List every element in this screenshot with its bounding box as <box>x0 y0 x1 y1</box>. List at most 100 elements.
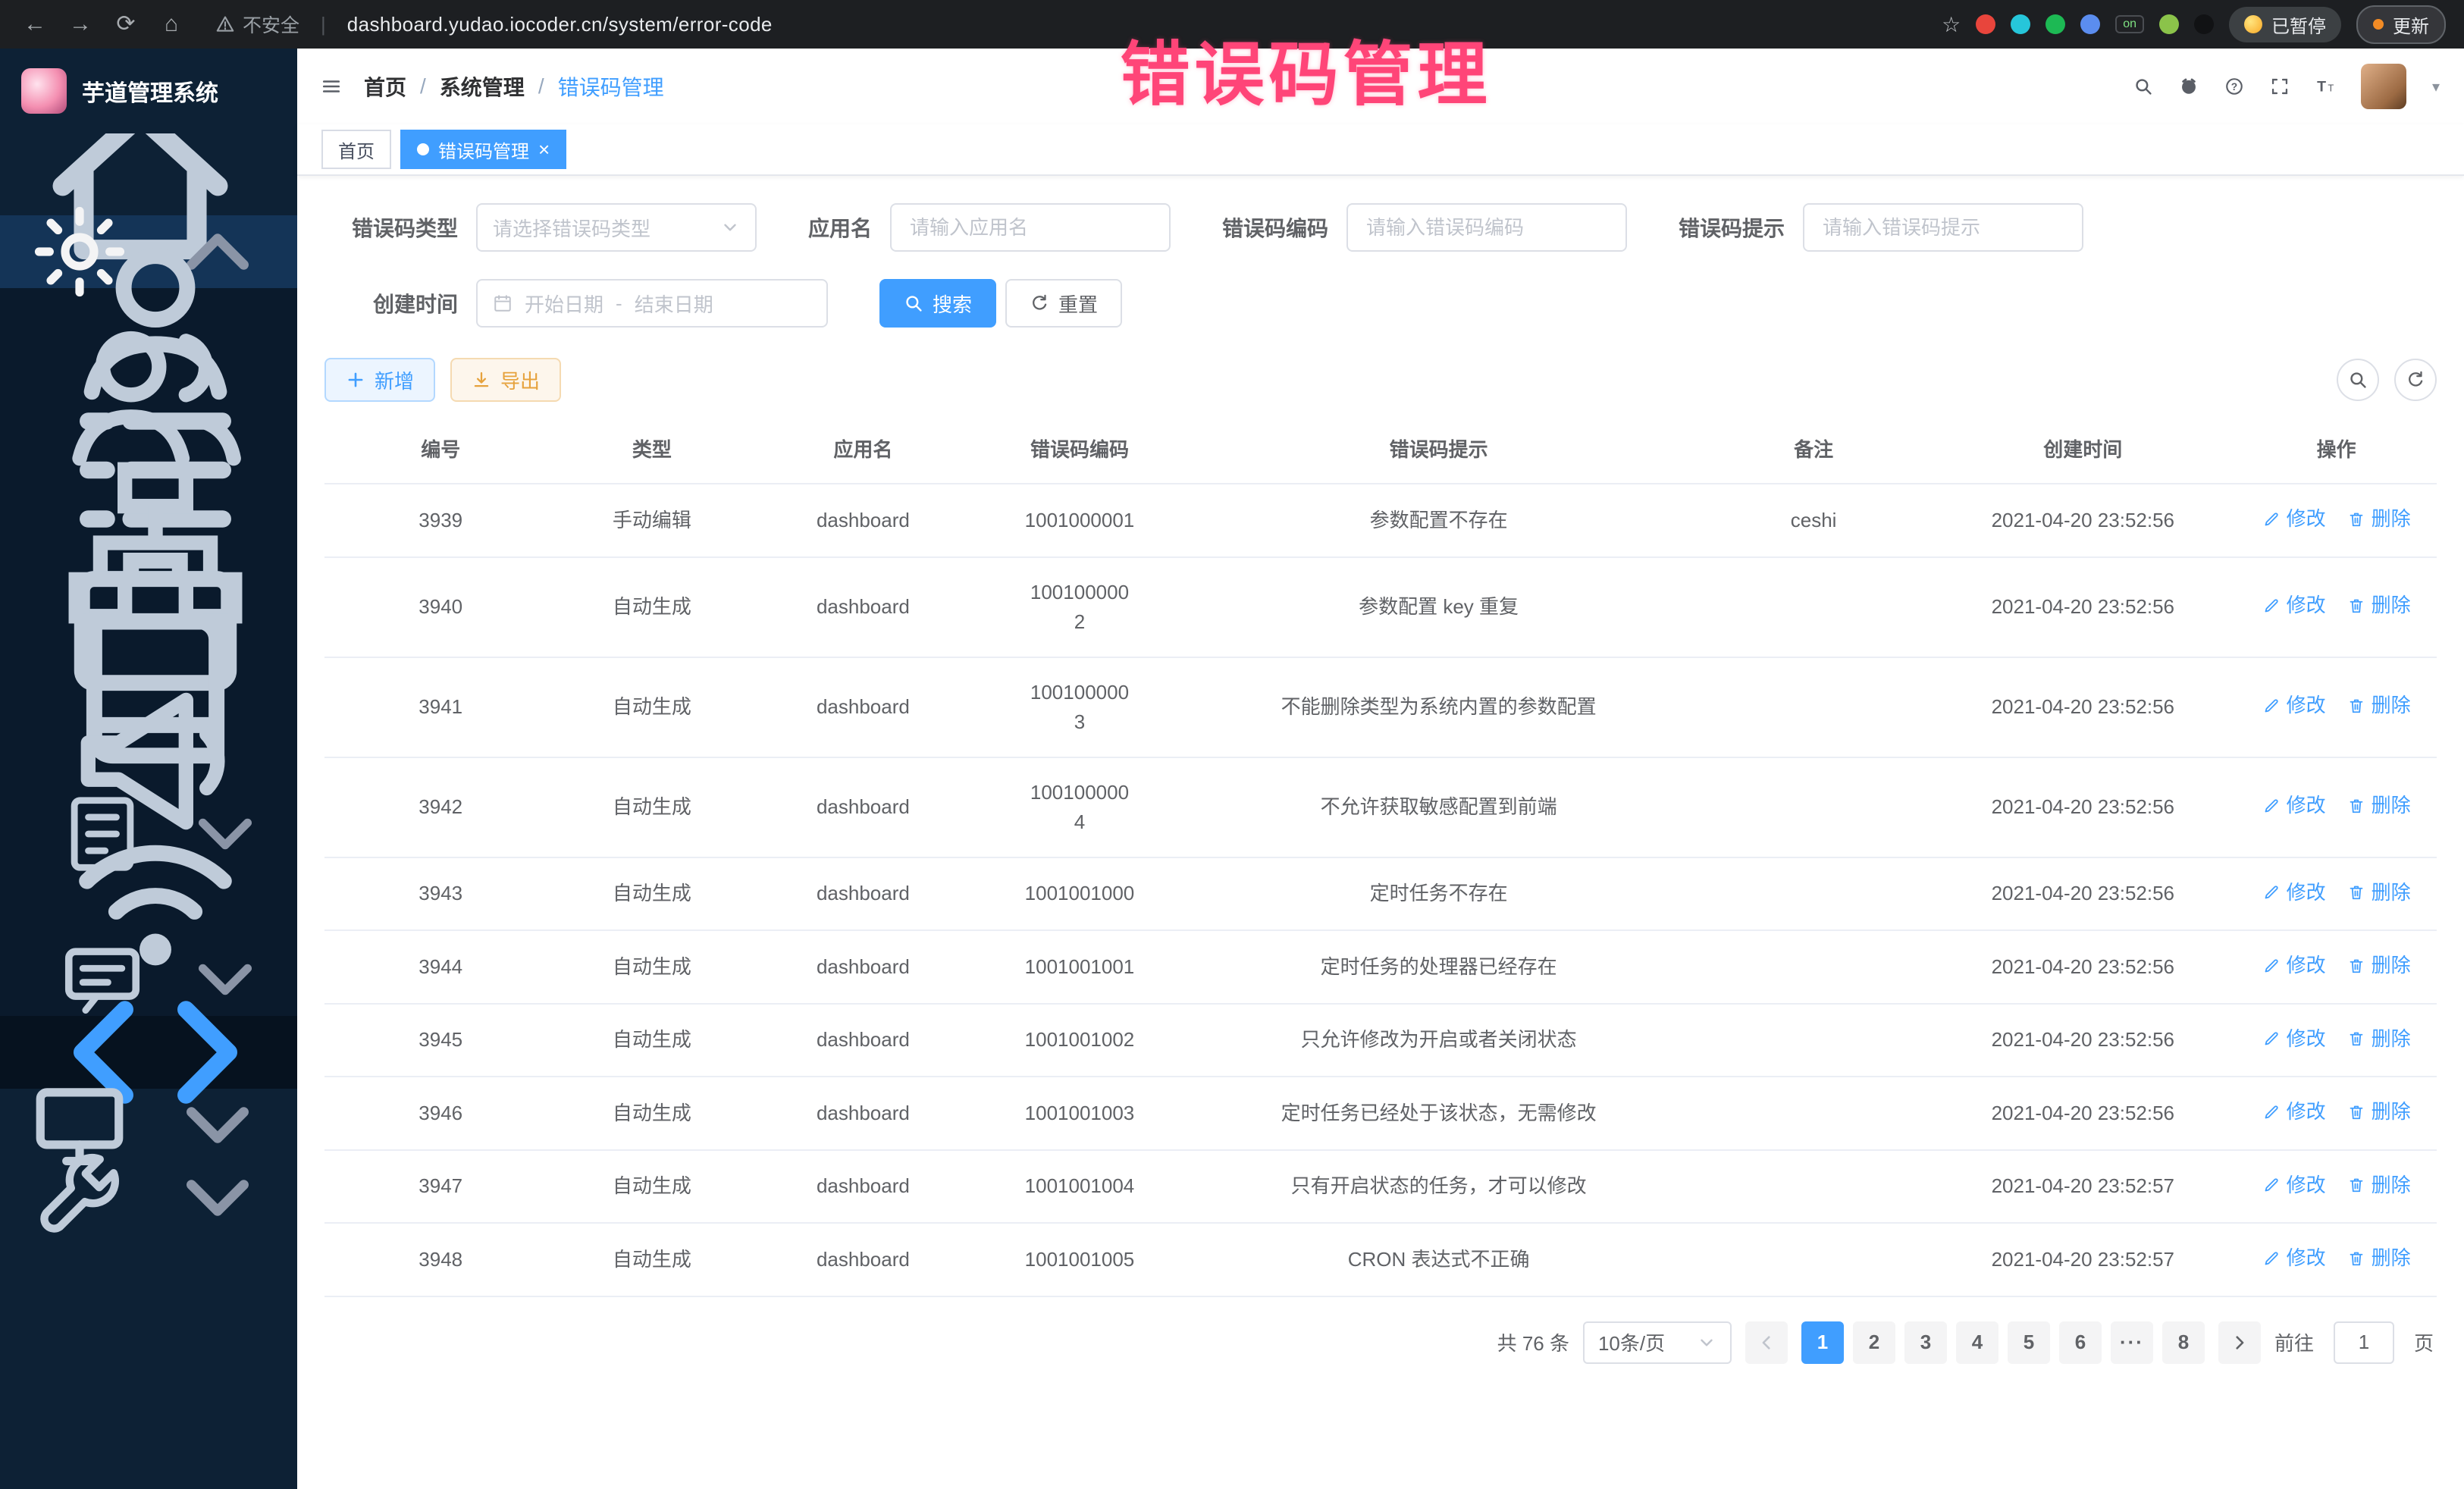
show-search-button[interactable] <box>2337 359 2379 401</box>
delete-button[interactable]: 删除 <box>2347 878 2411 908</box>
page-button-6[interactable]: 6 <box>2059 1321 2102 1364</box>
cell-type: 自动生成 <box>556 1223 747 1296</box>
page-button-2[interactable]: 2 <box>1853 1321 1895 1364</box>
cell-created: 2021-04-20 23:52:56 <box>1930 1004 2236 1077</box>
edit-button[interactable]: 修改 <box>2262 1171 2326 1200</box>
breadcrumb-item[interactable]: 错误码管理 <box>558 71 664 102</box>
edit-button[interactable]: 修改 <box>2262 791 2326 820</box>
search-icon[interactable] <box>2133 77 2153 96</box>
goto-page-input[interactable] <box>2334 1321 2394 1364</box>
trash-icon <box>2347 1176 2365 1194</box>
extension-red-icon[interactable] <box>1976 14 1995 34</box>
error-hint-input[interactable] <box>1803 203 2083 252</box>
filter-code: 错误码编码 <box>1222 203 1627 252</box>
column-header: 备注 <box>1698 417 1930 484</box>
edit-button[interactable]: 修改 <box>2262 591 2326 620</box>
date-range-picker[interactable]: 开始日期 - 结束日期 <box>476 279 828 328</box>
extension-dark-icon[interactable] <box>2194 14 2214 34</box>
delete-button[interactable]: 删除 <box>2347 591 2411 620</box>
edit-button[interactable]: 修改 <box>2262 1243 2326 1273</box>
extension-on-badge[interactable]: on <box>2115 15 2144 33</box>
help-icon[interactable]: ? <box>2224 77 2244 96</box>
address-bar[interactable]: dashboard.yudao.iocoder.cn/system/error-… <box>347 13 1930 36</box>
cell-id: 3940 <box>324 557 556 657</box>
reload-button[interactable]: ⟳ <box>109 0 143 49</box>
edit-button[interactable]: 修改 <box>2262 1024 2326 1054</box>
forward-button[interactable]: → <box>64 0 97 49</box>
extension-teal-icon[interactable] <box>2011 14 2030 34</box>
security-chip[interactable]: 不安全 <box>215 11 299 38</box>
error-code-input[interactable] <box>1346 203 1627 252</box>
navbar: 首页/系统管理/错误码管理 ? TT ▾ <box>297 49 2464 124</box>
extension-blue-icon[interactable] <box>2080 14 2100 34</box>
refresh-table-button[interactable] <box>2394 359 2437 401</box>
tab-close-icon[interactable]: × <box>538 139 550 159</box>
tab-error-code[interactable]: 错误码管理× <box>400 130 566 169</box>
extension-leaf-icon[interactable] <box>2159 14 2179 34</box>
filter-time: 创建时间 开始日期 - 结束日期 <box>324 279 828 328</box>
page-button-3[interactable]: 3 <box>1904 1321 1947 1364</box>
chevron-down-icon[interactable]: ▾ <box>2432 77 2440 96</box>
cell-app: dashboard <box>747 657 979 757</box>
delete-button[interactable]: 删除 <box>2347 1243 2411 1273</box>
cell-hint: 参数配置 key 重复 <box>1180 557 1698 657</box>
sidebar-menu: 首页系统管理用户管理角色管理菜单管理部门管理岗位管理字典管理通知公告审计日志在线… <box>0 133 297 1489</box>
back-button[interactable]: ← <box>18 0 52 49</box>
edit-button[interactable]: 修改 <box>2262 1097 2326 1127</box>
edit-button[interactable]: 修改 <box>2262 951 2326 980</box>
github-icon[interactable] <box>2179 77 2199 96</box>
edit-icon <box>2262 797 2281 815</box>
sidebar-item-dev-tools[interactable]: 研发工具 <box>0 1161 297 1234</box>
export-label: 导出 <box>500 366 540 394</box>
sidebar-item-notice[interactable]: 通知公告 <box>0 725 297 798</box>
paused-badge[interactable]: 已暂停 <box>2229 7 2341 42</box>
page-button-8[interactable]: 8 <box>2162 1321 2205 1364</box>
delete-button[interactable]: 删除 <box>2347 504 2411 534</box>
page-button-5[interactable]: 5 <box>2008 1321 2050 1364</box>
font-size-icon[interactable]: TT <box>2315 77 2335 96</box>
reset-button[interactable]: 重置 <box>1005 279 1122 328</box>
delete-button[interactable]: 删除 <box>2347 951 2411 980</box>
brand[interactable]: 芋道管理系统 <box>0 49 297 133</box>
tab-home[interactable]: 首页 <box>321 130 391 169</box>
hamburger-icon[interactable] <box>321 77 341 96</box>
cell-actions: 修改删除 <box>2236 1077 2437 1150</box>
page-size-label: 10条/页 <box>1598 1328 1665 1356</box>
home-button[interactable]: ⌂ <box>155 0 188 49</box>
page-button-4[interactable]: 4 <box>1956 1321 1998 1364</box>
bookmark-star-icon[interactable]: ☆ <box>1942 12 1961 37</box>
update-button[interactable]: 更新 <box>2356 5 2446 44</box>
breadcrumb-item[interactable]: 系统管理 <box>440 71 525 102</box>
avatar[interactable] <box>2361 64 2406 109</box>
error-type-select[interactable]: 请选择错误码类型 <box>476 203 757 252</box>
prev-page-button[interactable] <box>1745 1321 1788 1364</box>
sidebar-item-online-user[interactable]: 在线用户 <box>0 870 297 943</box>
breadcrumb-item[interactable]: 首页 <box>364 71 406 102</box>
cell-type: 自动生成 <box>556 857 747 931</box>
cell-app: dashboard <box>747 1223 979 1296</box>
cell-id: 3947 <box>324 1150 556 1224</box>
delete-button[interactable]: 删除 <box>2347 691 2411 720</box>
export-button[interactable]: 导出 <box>450 358 561 402</box>
edit-button[interactable]: 修改 <box>2262 878 2326 908</box>
delete-button[interactable]: 删除 <box>2347 791 2411 820</box>
cell-id: 3948 <box>324 1223 556 1296</box>
app-name-input[interactable] <box>890 203 1171 252</box>
edit-button[interactable]: 修改 <box>2262 691 2326 720</box>
delete-button[interactable]: 删除 <box>2347 1097 2411 1127</box>
next-page-button[interactable] <box>2218 1321 2261 1364</box>
extension-green-icon[interactable] <box>2045 14 2065 34</box>
breadcrumb: 首页/系统管理/错误码管理 <box>364 71 664 102</box>
start-date-placeholder: 开始日期 <box>525 290 603 318</box>
add-button[interactable]: 新增 <box>324 358 435 402</box>
end-date-placeholder: 结束日期 <box>635 290 713 318</box>
page-button-1[interactable]: 1 <box>1801 1321 1844 1364</box>
search-button[interactable]: 搜索 <box>879 279 996 328</box>
main-panel: 首页/系统管理/错误码管理 ? TT ▾ 首页错误码管理× 错误码类型 <box>297 49 2464 1489</box>
edit-button[interactable]: 修改 <box>2262 504 2326 534</box>
pagination-ellipsis[interactable]: ··· <box>2111 1321 2153 1364</box>
delete-button[interactable]: 删除 <box>2347 1171 2411 1200</box>
delete-button[interactable]: 删除 <box>2347 1024 2411 1054</box>
page-size-select[interactable]: 10条/页 <box>1583 1321 1732 1364</box>
fullscreen-icon[interactable] <box>2270 77 2290 96</box>
